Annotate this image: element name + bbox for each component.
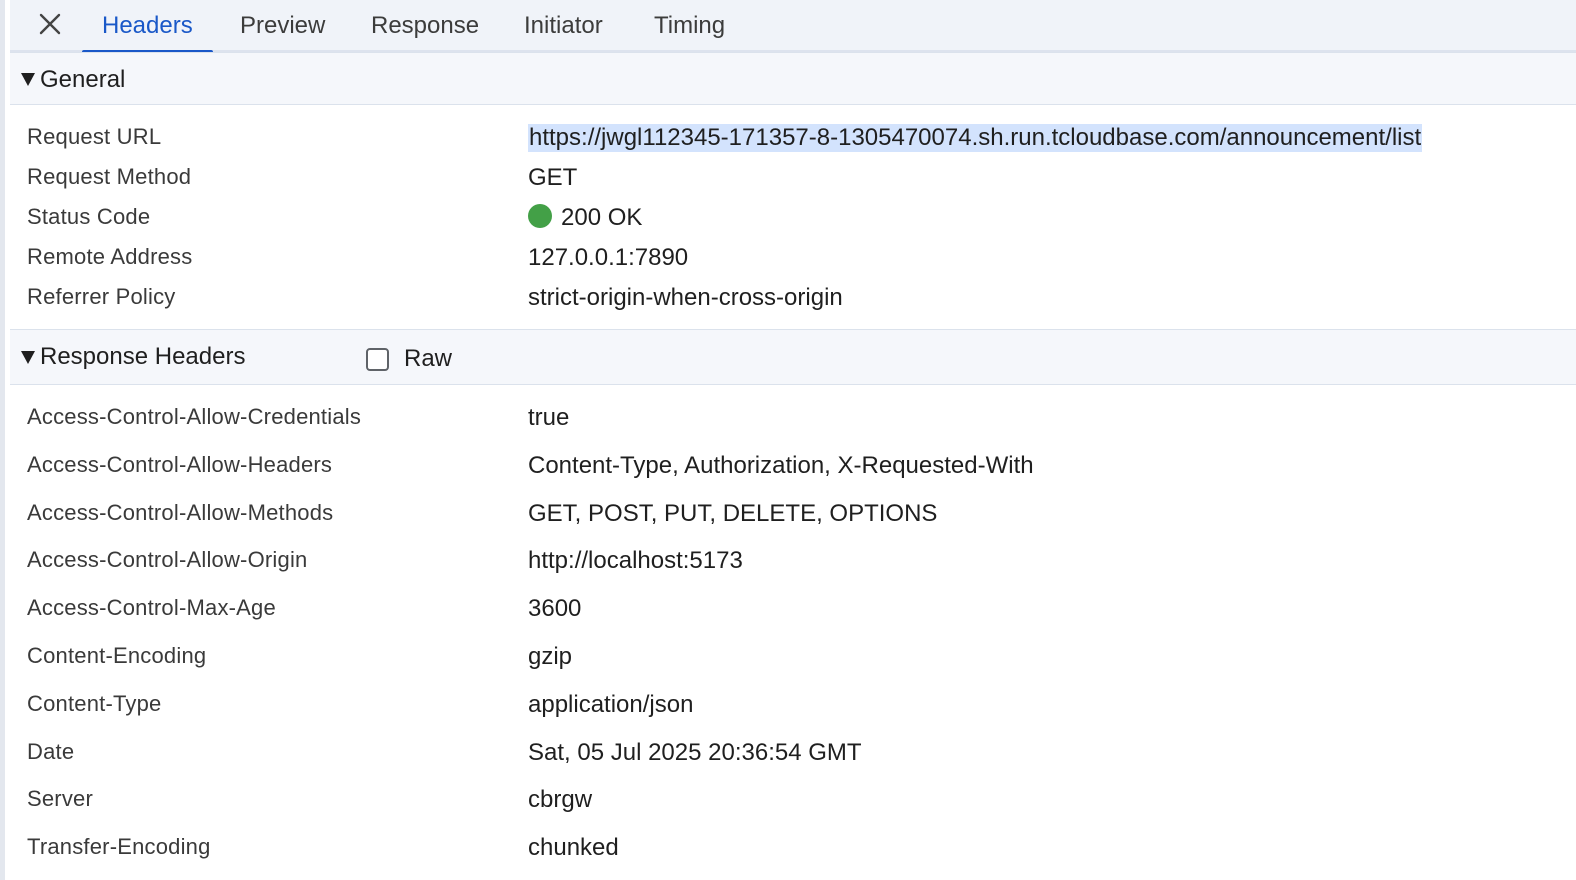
header-value: strict-origin-when-cross-origin [528, 284, 843, 311]
header-key: Request Method [27, 164, 192, 189]
raw-toggle[interactable]: Raw [366, 345, 452, 373]
header-key: Content-Encoding [27, 643, 207, 668]
header-value: 127.0.0.1:7890 [528, 244, 689, 271]
close-button[interactable] [35, 9, 65, 39]
general-section-title: General [40, 66, 126, 93]
general-row-status-code: Status Code 200 OK [27, 204, 1576, 244]
general-section-header[interactable]: General [10, 52, 1576, 105]
status-text: 200 OK [561, 204, 643, 231]
response-header-row: Access-Control-Allow-Methods GET, POST, … [27, 500, 1576, 540]
header-key: Content-Type [27, 691, 162, 716]
response-header-row: Access-Control-Allow-Origin http://local… [27, 547, 1576, 587]
header-key: Remote Address [27, 244, 193, 269]
header-value: GET [528, 164, 578, 191]
response-header-row: Server cbrgw [27, 786, 1576, 826]
header-value: 3600 [528, 595, 582, 622]
header-key: Date [27, 739, 75, 764]
header-key: Referrer Policy [27, 284, 176, 309]
header-value: Sat, 05 Jul 2025 20:36:54 GMT [528, 739, 862, 766]
header-key: Transfer-Encoding [27, 834, 211, 859]
response-header-row: Access-Control-Max-Age 3600 [27, 595, 1576, 635]
response-headers-section-header[interactable]: Response Headers Raw [10, 329, 1576, 385]
header-key: Access-Control-Max-Age [27, 595, 276, 620]
header-value: http://localhost:5173 [528, 547, 743, 574]
header-value: cbrgw [528, 786, 593, 813]
tab-initiator[interactable]: Initiator [504, 0, 623, 52]
triangle-down-icon [21, 73, 35, 86]
header-value: application/json [528, 691, 694, 718]
general-row-request-method: Request Method GET [27, 164, 1576, 204]
network-details-panel: Headers Preview Response Initiator Timin… [0, 0, 1576, 880]
header-value: chunked [528, 834, 619, 861]
header-value: true [528, 404, 570, 431]
response-header-row: Access-Control-Allow-Credentials true [27, 404, 1576, 444]
close-icon [39, 13, 61, 35]
general-row-remote-address: Remote Address 127.0.0.1:7890 [27, 244, 1576, 284]
header-key: Access-Control-Allow-Credentials [27, 404, 362, 429]
response-header-row: Access-Control-Allow-Headers Content-Typ… [27, 452, 1576, 492]
header-value: Content-Type, Authorization, X-Requested… [528, 452, 1034, 479]
response-header-row: Transfer-Encoding chunked [27, 834, 1576, 874]
raw-checkbox[interactable] [366, 347, 389, 371]
header-key: Request URL [27, 124, 162, 149]
general-row-request-url: Request URL https://jwgl112345-171357-8-… [27, 124, 1576, 164]
response-headers-section-title: Response Headers [40, 343, 246, 370]
tab-response[interactable]: Response [351, 0, 499, 52]
header-value: GET, POST, PUT, DELETE, OPTIONS [528, 500, 938, 527]
header-key: Access-Control-Allow-Headers [27, 452, 333, 477]
response-header-row: Date Sat, 05 Jul 2025 20:36:54 GMT [27, 739, 1576, 779]
header-value: gzip [528, 643, 573, 670]
header-key: Status Code [27, 204, 151, 229]
tab-bar: Headers Preview Response Initiator Timin… [10, 0, 1576, 54]
request-url-value[interactable]: https://jwgl112345-171357-8-1305470074.s… [528, 124, 1423, 152]
general-row-referrer-policy: Referrer Policy strict-origin-when-cross… [27, 284, 1576, 324]
tab-timing[interactable]: Timing [634, 0, 745, 52]
status-code-value: 200 OK [528, 204, 642, 232]
response-header-row: Content-Encoding gzip [27, 643, 1576, 683]
response-header-row: Content-Type application/json [27, 691, 1576, 731]
header-key: Access-Control-Allow-Methods [27, 500, 334, 525]
header-key: Server [27, 786, 93, 811]
header-key: Access-Control-Allow-Origin [27, 547, 308, 572]
raw-label: Raw [404, 345, 453, 372]
tab-preview[interactable]: Preview [220, 0, 345, 52]
tab-headers[interactable]: Headers [82, 0, 213, 54]
status-ok-icon [528, 204, 552, 228]
triangle-down-icon [21, 351, 35, 364]
